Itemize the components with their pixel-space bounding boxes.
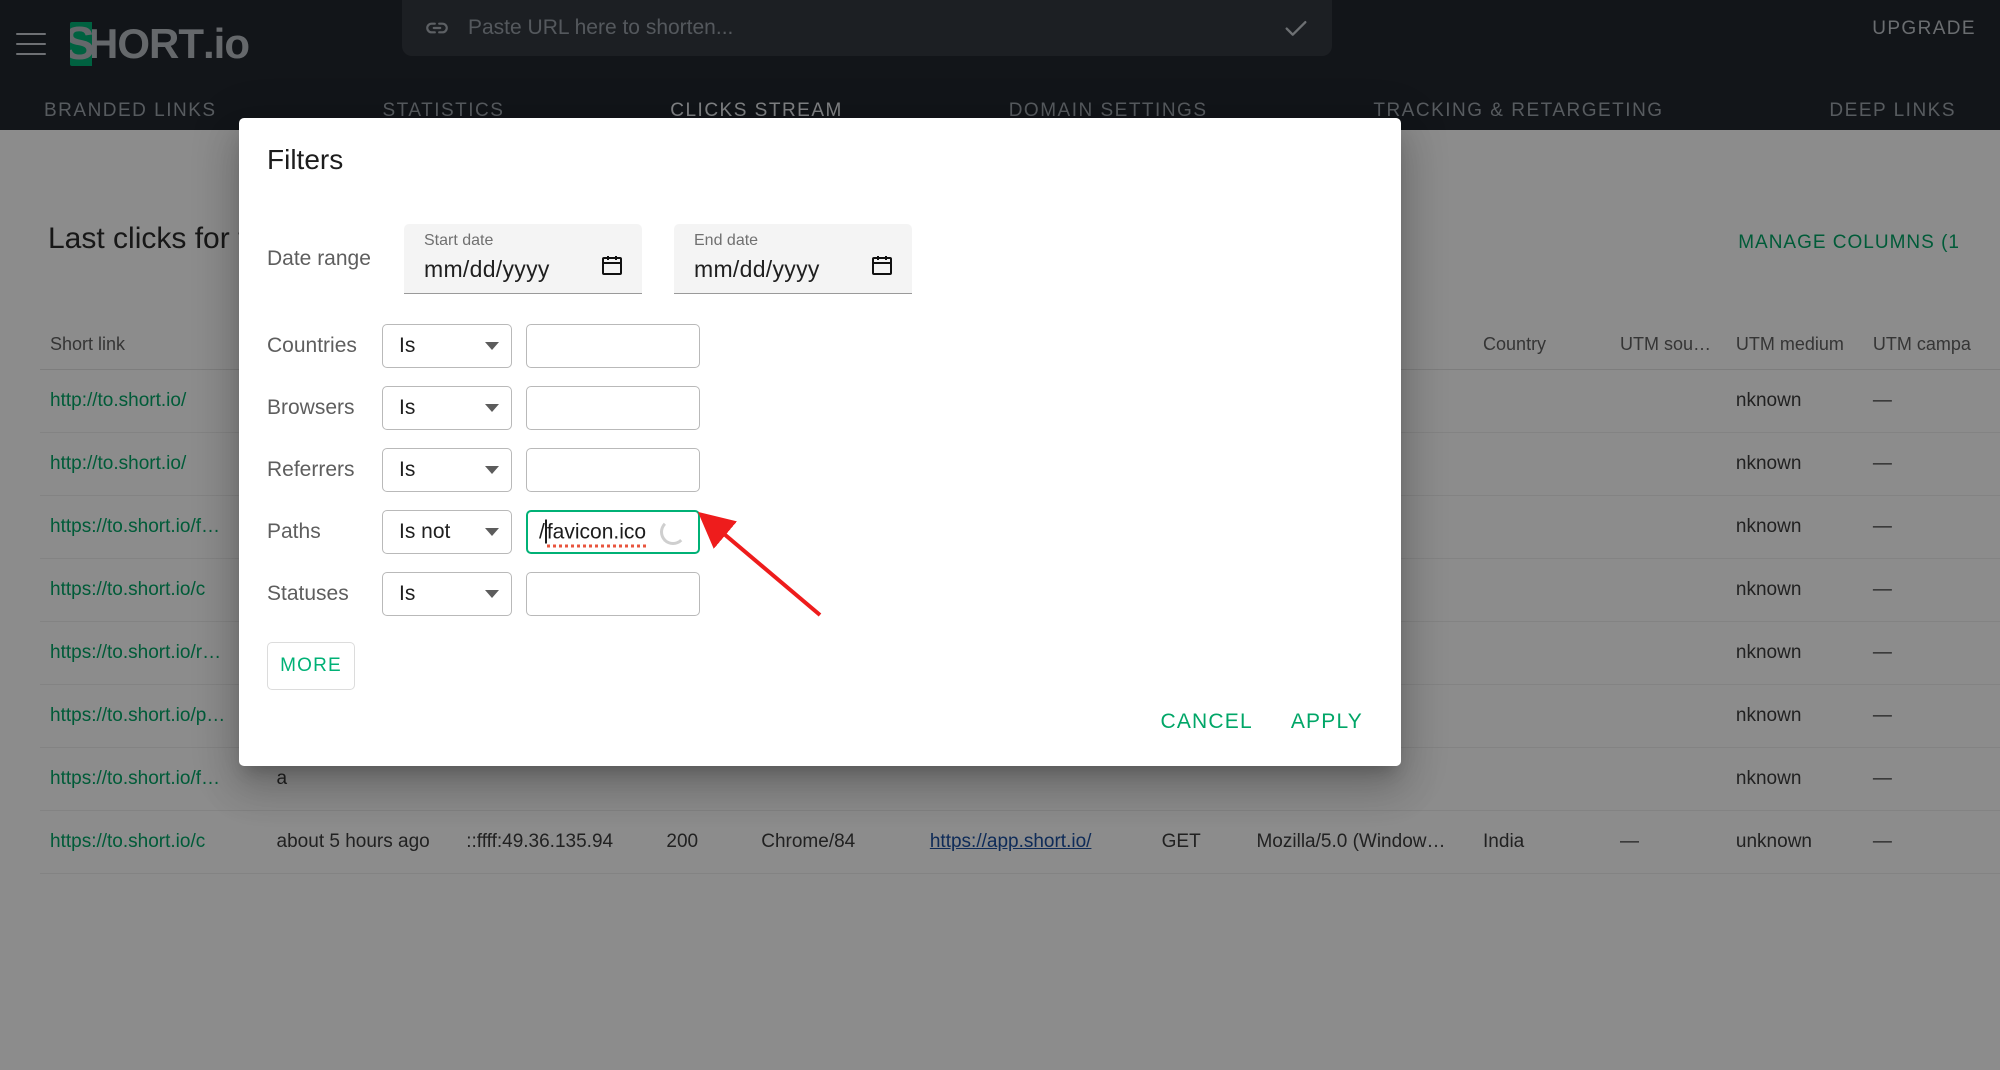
end-date-field[interactable]: End date mm/dd/yyyy bbox=[674, 224, 912, 294]
operator-select[interactable]: Is not bbox=[382, 510, 512, 554]
filter-row-referrers: Referrers Is bbox=[267, 448, 1373, 492]
filter-label: Statuses bbox=[267, 582, 349, 605]
calendar-icon[interactable] bbox=[870, 253, 894, 277]
end-date-value: mm/dd/yyyy bbox=[694, 256, 820, 282]
calendar-icon[interactable] bbox=[600, 253, 624, 277]
filter-value-wrapper bbox=[526, 324, 700, 368]
operator-value: Is bbox=[399, 396, 416, 419]
loading-spinner-icon bbox=[660, 519, 686, 545]
chevron-down-icon bbox=[485, 590, 499, 598]
operator-select[interactable]: Is bbox=[382, 572, 512, 616]
start-date-label: Start date bbox=[424, 232, 494, 249]
filter-row-countries: Countries Is bbox=[267, 324, 1373, 368]
filter-value-input[interactable] bbox=[526, 324, 700, 368]
dialog-actions: CANCEL APPLY bbox=[1146, 700, 1377, 744]
operator-select[interactable]: Is bbox=[382, 386, 512, 430]
filter-value-input[interactable] bbox=[526, 572, 700, 616]
filter-row-browsers: Browsers Is bbox=[267, 386, 1373, 430]
cancel-button[interactable]: CANCEL bbox=[1146, 700, 1266, 744]
filter-row-statuses: Statuses Is bbox=[267, 572, 1373, 616]
filter-value-wrapper bbox=[526, 448, 700, 492]
more-button[interactable]: MORE bbox=[267, 642, 355, 690]
operator-select[interactable]: Is bbox=[382, 448, 512, 492]
operator-value: Is bbox=[399, 334, 416, 357]
operator-value: Is bbox=[399, 582, 416, 605]
end-date-label: End date bbox=[694, 232, 759, 249]
start-date-field[interactable]: Start date mm/dd/yyyy bbox=[404, 224, 642, 294]
filter-value-input[interactable] bbox=[526, 448, 700, 492]
filter-value-wrapper: /favicon.ico bbox=[526, 510, 700, 554]
date-range-label: Date range bbox=[267, 247, 371, 270]
filter-label: Browsers bbox=[267, 396, 355, 419]
operator-select[interactable]: Is bbox=[382, 324, 512, 368]
chevron-down-icon bbox=[485, 466, 499, 474]
chevron-down-icon bbox=[485, 528, 499, 536]
filter-label: Referrers bbox=[267, 458, 355, 481]
filter-row-paths: Paths Is not/favicon.ico bbox=[267, 510, 1373, 554]
chevron-down-icon bbox=[485, 342, 499, 350]
filter-label: Countries bbox=[267, 334, 357, 357]
dialog-body: Date range Start date mm/dd/yyyy End dat… bbox=[239, 224, 1401, 690]
operator-value: Is not bbox=[399, 520, 451, 543]
start-date-value: mm/dd/yyyy bbox=[424, 256, 550, 282]
dialog-title: Filters bbox=[267, 144, 344, 175]
filter-value-wrapper bbox=[526, 572, 700, 616]
filters-dialog: Filters Date range Start date mm/dd/yyyy… bbox=[239, 118, 1401, 766]
date-range-row: Date range Start date mm/dd/yyyy End dat… bbox=[267, 224, 1373, 294]
chevron-down-icon bbox=[485, 404, 499, 412]
apply-button[interactable]: APPLY bbox=[1277, 700, 1377, 744]
filter-value-input[interactable] bbox=[526, 386, 700, 430]
operator-value: Is bbox=[399, 458, 416, 481]
filter-rows: Countries Is Browsers Is Referrers Is Paths Is … bbox=[267, 324, 1373, 616]
filter-value-wrapper bbox=[526, 386, 700, 430]
filter-label: Paths bbox=[267, 520, 321, 543]
